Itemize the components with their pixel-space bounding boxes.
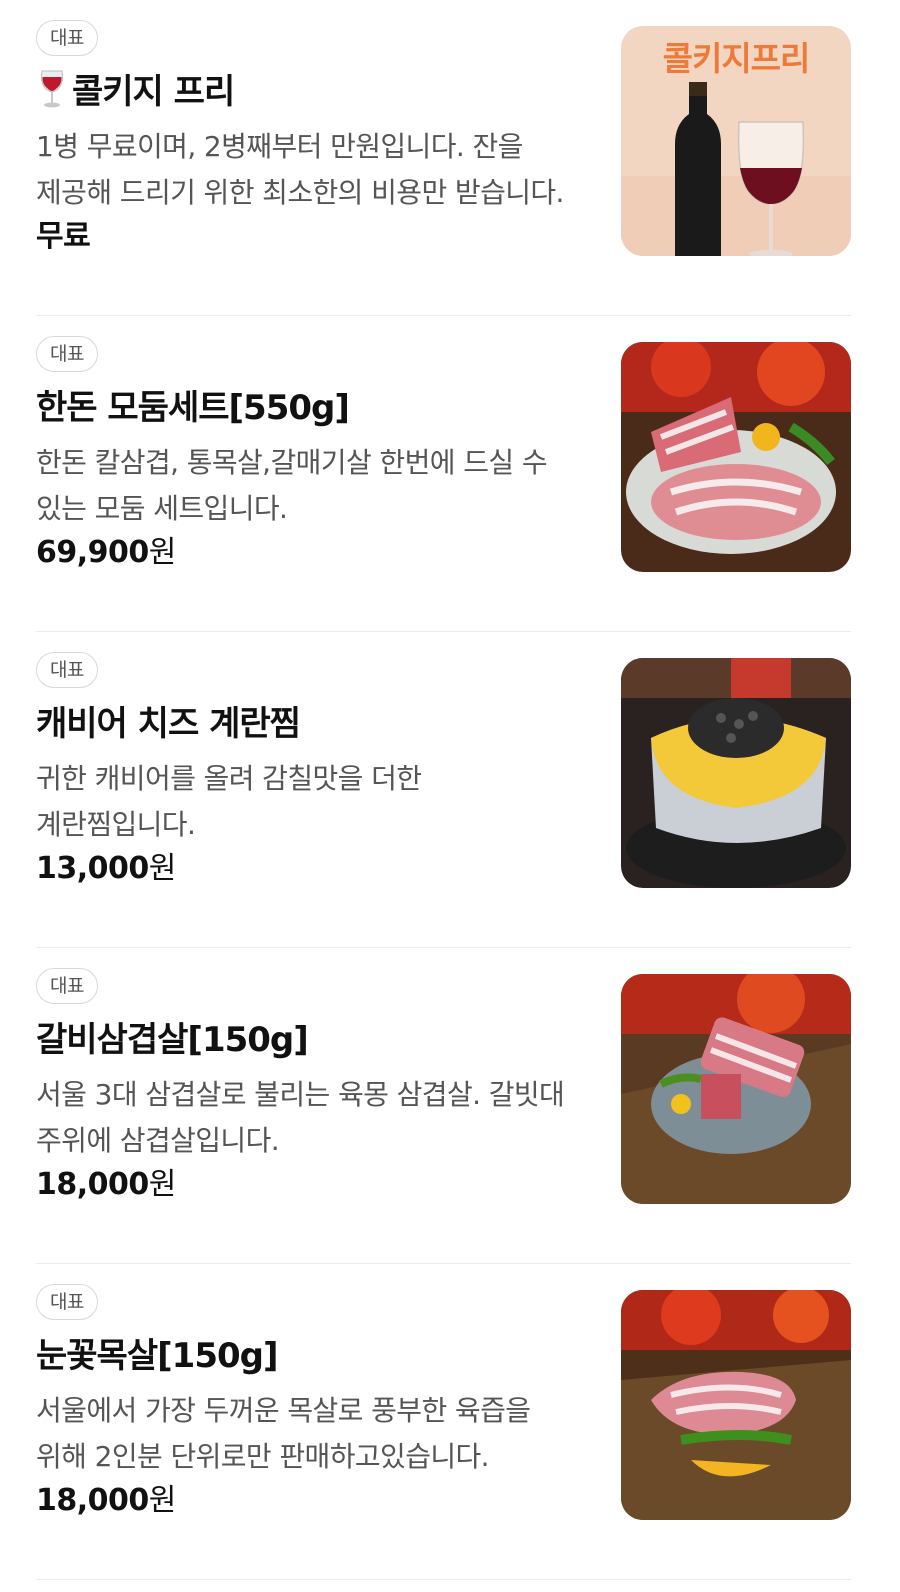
representative-badge: 대표 [36, 336, 98, 372]
menu-item-title: 갈비삼겹살[150g] [36, 1020, 309, 1060]
menu-item-corkage-free[interactable]: 대표 콜키지 프리 1병 무료이며, 2병째부터 만원입니다. 잔을 제공해 드… [0, 0, 900, 316]
menu-item-image-pork-belly[interactable] [621, 974, 851, 1204]
price-value: 18,000 [36, 1483, 149, 1518]
menu-item-title: 한돈 모둠세트[550g] [36, 388, 350, 428]
price-unit: 원 [148, 1483, 177, 1518]
menu-item-handdon-set[interactable]: 대표 한돈 모둠세트[550g] 한돈 칼삼겹, 통목살,갈매기살 한번에 드실… [0, 316, 900, 632]
wine-glass-icon [36, 69, 68, 124]
menu-item-price: 13,000원 [36, 846, 176, 892]
menu-item-description: 귀한 캐비어를 올려 감칠맛을 더한 계란찜입니다. [36, 762, 422, 841]
price-value: 69,900 [36, 535, 149, 570]
menu-item-description: 한돈 칼삼겹, 통목살,갈매기살 한번에 드실 수 있는 모둠 세트입니다. [36, 446, 548, 525]
menu-item-price: 무료 [36, 214, 91, 260]
menu-item-description: 서울 3대 삼겹살로 불리는 육몽 삼겹살. 갈빗대 주위에 삼겹살입니다. [36, 1078, 565, 1157]
representative-badge: 대표 [36, 20, 98, 56]
menu-item-description: 서울에서 가장 두꺼운 목살로 풍부한 육즙을 위해 2인분 단위로만 판매하고… [36, 1394, 531, 1473]
menu-item-price: 18,000원 [36, 1162, 176, 1208]
menu-item-image-wine[interactable]: 콜키지프리 [621, 26, 851, 256]
divider [36, 1579, 851, 1580]
menu-item-galbi-samgyeopsal[interactable]: 대표 갈비삼겹살[150g] 서울 3대 삼겹살로 불리는 육몽 삼겹살. 갈빗… [0, 948, 900, 1264]
price-unit: 원 [148, 535, 177, 570]
price-value: 13,000 [36, 851, 149, 886]
price-value: 18,000 [36, 1167, 149, 1202]
menu-item-caviar-egg[interactable]: 대표 캐비어 치즈 계란찜 귀한 캐비어를 올려 감칠맛을 더한 계란찜입니다.… [0, 632, 900, 948]
representative-badge: 대표 [36, 652, 98, 688]
menu-item-title-text: 콜키지 프리 [72, 72, 235, 112]
menu-item-title: 캐비어 치즈 계란찜 [36, 704, 301, 744]
menu-item-title: 콜키지 프리 [36, 66, 235, 124]
price-unit: 원 [148, 851, 177, 886]
menu-item-image-pork-neck[interactable] [621, 1290, 851, 1520]
menu-item-price: 18,000원 [36, 1478, 176, 1524]
menu-list: 대표 콜키지 프리 1병 무료이며, 2병째부터 만원입니다. 잔을 제공해 드… [0, 0, 900, 1580]
menu-item-price: 69,900원 [36, 530, 176, 576]
representative-badge: 대표 [36, 968, 98, 1004]
menu-item-image-egg-dish[interactable] [621, 658, 851, 888]
menu-item-description: 1병 무료이며, 2병째부터 만원입니다. 잔을 제공해 드리기 위한 최소한의… [36, 130, 564, 209]
menu-item-nunkkot-moksal[interactable]: 대표 눈꽃목살[150g] 서울에서 가장 두꺼운 목살로 풍부한 육즙을 위해… [0, 1264, 900, 1580]
price-value: 무료 [36, 219, 91, 254]
representative-badge: 대표 [36, 1284, 98, 1320]
menu-item-image-pork-platter[interactable] [621, 342, 851, 572]
price-unit: 원 [148, 1167, 177, 1202]
image-caption-text: 콜키지프리 [662, 39, 811, 78]
menu-item-title: 눈꽃목살[150g] [36, 1336, 279, 1376]
